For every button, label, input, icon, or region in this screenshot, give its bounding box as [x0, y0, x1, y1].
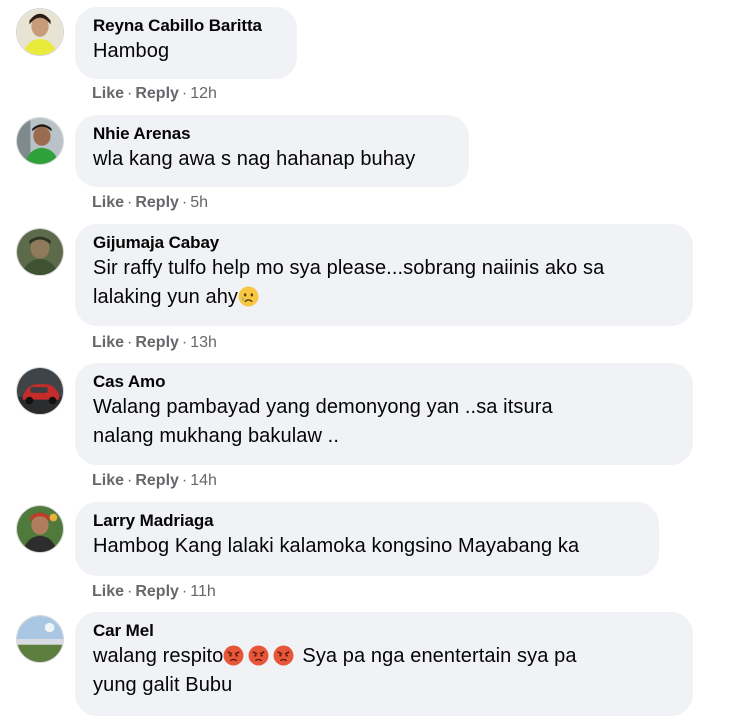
comment-bubble: Reyna Cabillo Baritta Hambog — [75, 7, 297, 79]
separator: · — [127, 334, 133, 351]
like-button[interactable]: Like — [92, 583, 124, 600]
like-button[interactable]: Like — [92, 334, 124, 351]
comment-author[interactable]: Cas Amo — [93, 371, 675, 393]
timestamp[interactable]: 12h — [190, 85, 217, 102]
timestamp[interactable]: 11h — [190, 583, 216, 600]
avatar-photo-icon — [17, 9, 63, 55]
angry-face-icon — [273, 645, 294, 666]
avatar-photo-icon — [17, 506, 63, 552]
avatar[interactable] — [16, 615, 64, 663]
comment-author[interactable]: Nhie Arenas — [93, 123, 451, 145]
comment-text: walang respito Sya pa nga enentertain sya… — [93, 642, 675, 671]
comment-author[interactable]: Larry Madriaga — [93, 510, 641, 532]
avatar[interactable] — [16, 505, 64, 553]
reply-button[interactable]: Reply — [135, 583, 179, 600]
separator: · — [181, 194, 188, 211]
crying-face-icon — [238, 286, 259, 307]
timestamp[interactable]: 5h — [190, 194, 208, 211]
comment-author[interactable]: Car Mel — [93, 620, 675, 642]
timestamp[interactable]: 13h — [190, 334, 217, 351]
comment-text: wla kang awa s nag hahanap buhay — [93, 148, 416, 170]
avatar[interactable] — [16, 8, 64, 56]
separator: · — [181, 85, 188, 102]
timestamp[interactable]: 14h — [190, 472, 217, 489]
separator: · — [127, 472, 133, 489]
angry-face-icon — [223, 645, 244, 666]
comment-text: nalang mukhang bakulaw .. — [93, 425, 339, 447]
comment-bubble: Nhie Arenas wla kang awa s nag hahanap b… — [75, 115, 469, 187]
comment-author[interactable]: Gijumaja Cabay — [93, 232, 675, 254]
avatar-photo-icon — [17, 118, 63, 164]
comment-text: yung galit Bubu — [93, 674, 233, 696]
comment-text-line: walang respito — [93, 645, 224, 667]
comment-bubble: Larry Madriaga Hambog Kang lalaki kalamo… — [75, 502, 659, 576]
avatar-photo-icon — [17, 229, 63, 275]
reply-button[interactable]: Reply — [135, 194, 179, 211]
comment-actions: Like · Reply · 14h — [92, 471, 217, 491]
comment-text: Walang pambayad yang demonyong yan ..sa … — [93, 396, 553, 418]
separator: · — [181, 334, 188, 351]
reply-button[interactable]: Reply — [135, 85, 179, 102]
angry-face-icon — [248, 645, 269, 666]
separator: · — [127, 85, 133, 102]
comment-bubble: Gijumaja Cabay Sir raffy tulfo help mo s… — [75, 224, 693, 326]
comment-text: lalaking yun ahy — [93, 283, 675, 312]
separator: · — [181, 583, 188, 600]
comment-text: Sir raffy tulfo help mo sya please...sob… — [93, 257, 605, 279]
like-button[interactable]: Like — [92, 472, 124, 489]
comment-actions: Like · Reply · 11h — [92, 582, 216, 602]
comment-bubble: Cas Amo Walang pambayad yang demonyong y… — [75, 363, 693, 465]
comment-bubble: Car Mel walang respito Sya pa nga enenter… — [75, 612, 693, 716]
avatar[interactable] — [16, 228, 64, 276]
like-button[interactable]: Like — [92, 85, 124, 102]
comment-text: Hambog — [93, 40, 170, 62]
like-button[interactable]: Like — [92, 194, 124, 211]
avatar-photo-icon — [17, 616, 63, 662]
comment-actions: Like · Reply · 13h — [92, 333, 217, 353]
avatar-photo-icon — [17, 368, 63, 414]
separator: · — [127, 194, 133, 211]
separator: · — [127, 583, 133, 600]
comment-text: Hambog Kang lalaki kalamoka kongsino May… — [93, 535, 580, 557]
avatar[interactable] — [16, 367, 64, 415]
reply-button[interactable]: Reply — [135, 334, 179, 351]
comment-text-line: Sya pa nga enentertain sya pa — [302, 645, 577, 667]
reply-button[interactable]: Reply — [135, 472, 179, 489]
comment-text-line: lalaking yun ahy — [93, 286, 239, 308]
comment-actions: Like · Reply · 12h — [92, 84, 217, 104]
separator: · — [181, 472, 188, 489]
comment-actions: Like · Reply · 5h — [92, 193, 208, 213]
avatar[interactable] — [16, 117, 64, 165]
comment-author[interactable]: Reyna Cabillo Baritta — [93, 15, 279, 37]
